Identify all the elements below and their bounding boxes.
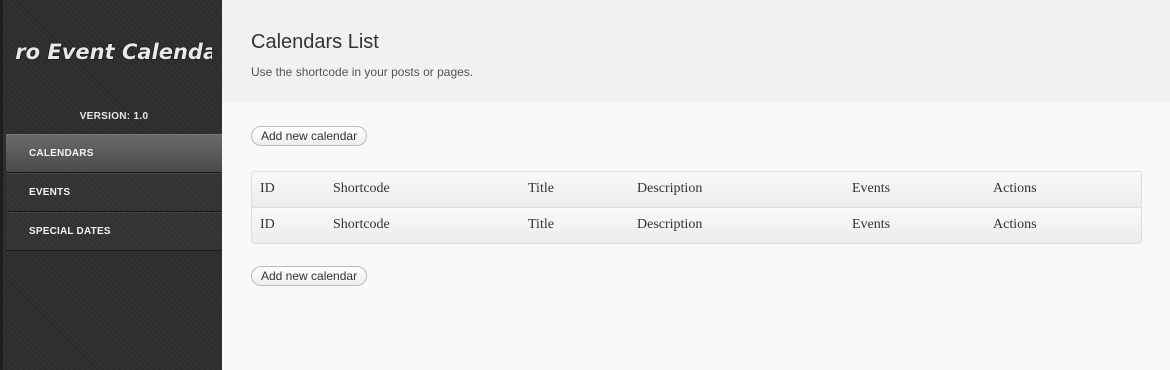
column-header-events: Events	[852, 181, 891, 196]
calendars-table: ID Shortcode Title Description Events Ac…	[251, 171, 1142, 244]
column-header-title: Title	[528, 181, 554, 196]
sidebar-item-label: EVENTS	[29, 187, 71, 198]
table-header-row: ID Shortcode Title Description Events Ac…	[252, 172, 1141, 207]
sidebar-item-calendars[interactable]: CALENDARS	[6, 134, 222, 173]
column-header-description: Description	[637, 181, 703, 196]
pro-event-calendar-logo: Pro Event Calendar	[16, 39, 212, 64]
column-header-actions: Actions	[993, 181, 1037, 196]
column-footer-title: Title	[528, 217, 554, 232]
sidebar-item-events[interactable]: EVENTS	[6, 173, 222, 212]
svg-text:Pro Event Calendar: Pro Event Calendar	[16, 40, 212, 64]
sidebar-item-label: CALENDARS	[29, 148, 94, 159]
table-footer-row: ID Shortcode Title Description Events Ac…	[252, 207, 1141, 243]
column-footer-id: ID	[260, 217, 275, 232]
sidebar-item-special-dates[interactable]: SPECIAL DATES	[6, 212, 222, 251]
add-new-calendar-button[interactable]: Add new calendar	[251, 126, 368, 146]
logo: Pro Event Calendar	[16, 30, 212, 74]
version-label: VERSION: 1.0	[79, 111, 149, 122]
column-footer-events: Events	[852, 217, 891, 232]
page-header: Calendars List Use the shortcode in your…	[222, 0, 1170, 102]
column-footer-shortcode: Shortcode	[333, 217, 390, 232]
column-header-shortcode: Shortcode	[333, 181, 390, 196]
column-footer-actions: Actions	[993, 217, 1037, 232]
sidebar-item-label: SPECIAL DATES	[29, 226, 111, 237]
page-subtitle: Use the shortcode in your posts or pages…	[251, 65, 474, 79]
column-header-id: ID	[260, 181, 275, 196]
sidebar-menu: CALENDARS EVENTS SPECIAL DATES	[6, 134, 222, 251]
column-footer-description: Description	[637, 217, 703, 232]
add-new-calendar-button-bottom[interactable]: Add new calendar	[251, 266, 368, 286]
sidebar: Pro Event Calendar VERSION: 1.0 CALENDAR…	[0, 0, 222, 370]
page-title: Calendars List	[251, 31, 379, 53]
